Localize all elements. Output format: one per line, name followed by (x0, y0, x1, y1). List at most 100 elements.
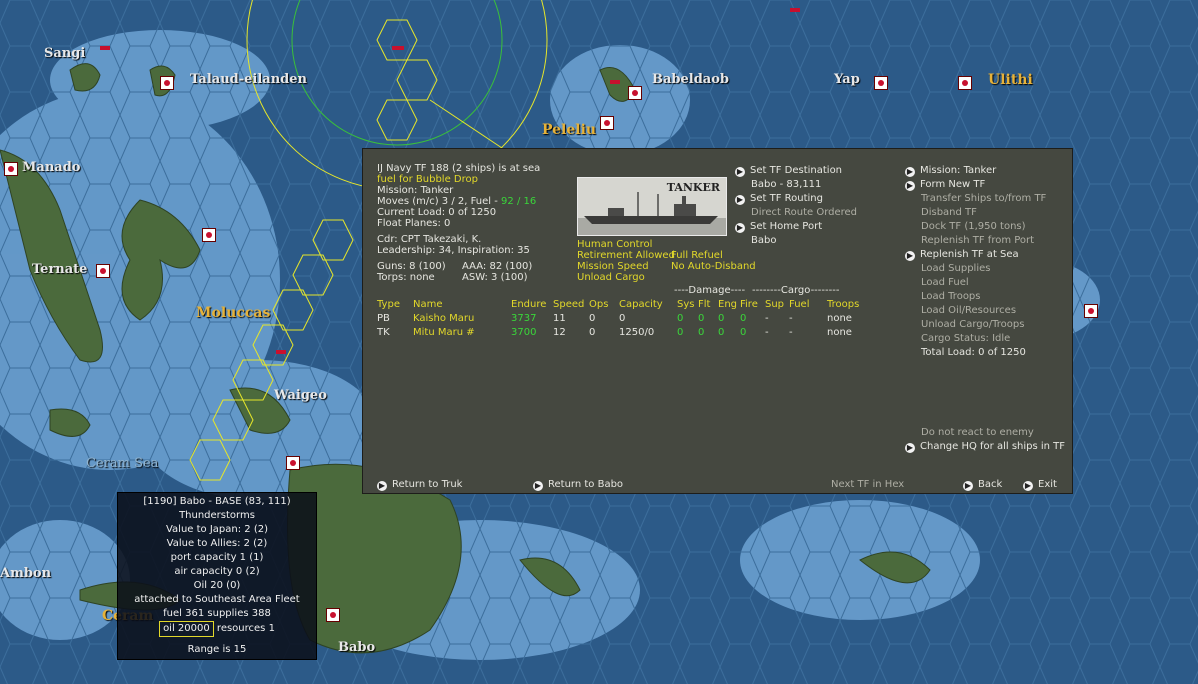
cell-speed: 12 (553, 326, 566, 338)
return-to-babo-button[interactable]: ▶ Return to Babo (533, 479, 623, 491)
retirement-toggle[interactable]: Retirement Allowed (577, 250, 675, 261)
change-hq-button[interactable]: ▶ Change HQ for all ships in TF (905, 441, 1065, 453)
base-marker-icon[interactable] (160, 76, 174, 90)
load-oil-button[interactable]: Load Oil/Resources (921, 305, 1016, 316)
transfer-ships-button[interactable]: Transfer Ships to/from TF (921, 193, 1046, 204)
set-home-port-button[interactable]: ▶ Set Home Port (735, 221, 822, 233)
cell-troops: none (827, 326, 852, 338)
load-troops-button[interactable]: Load Troops (921, 291, 981, 302)
cell-eng: 0 (718, 312, 725, 324)
base-marker-icon[interactable] (1084, 304, 1098, 318)
back-button[interactable]: ▶ Back (963, 479, 1002, 491)
arrow-right-icon: ▶ (735, 223, 745, 233)
unload-cargo-toggle[interactable]: Unload Cargo (577, 272, 645, 283)
arrow-right-icon: ▶ (1023, 481, 1033, 491)
cell-sup: - (765, 326, 769, 338)
set-destination-button[interactable]: ▶ Set TF Destination (735, 165, 842, 177)
task-force-dialog: IJ Navy TF 188 (2 ships) is at sea fuel … (362, 148, 1073, 494)
replenish-port-button[interactable]: Replenish TF from Port (921, 235, 1034, 246)
cell-fire: 0 (740, 326, 747, 338)
base-marker-icon[interactable] (874, 76, 888, 90)
map-label-ambon: Ambon (0, 566, 52, 581)
ship-name-link[interactable]: Mitu Maru # (413, 325, 511, 339)
col-header-speed: Speed (553, 298, 585, 310)
col-header-flt: Flt (698, 298, 711, 310)
ship-table: Type Name Endure Speed Ops Capacity Sys … (377, 297, 877, 339)
cell-speed: 11 (553, 312, 566, 324)
tf-torps: Torps: none (377, 272, 435, 283)
cell-fire: 0 (740, 312, 747, 324)
cell-fuel: - (789, 326, 793, 338)
base-marker-icon[interactable] (286, 456, 300, 470)
col-header-type: Type (377, 298, 400, 310)
base-marker-icon[interactable] (628, 86, 642, 100)
table-row[interactable]: PB Kaisho Maru 3737 11 0 0 0 0 0 0 - - n… (377, 311, 877, 325)
return-to-truk-button[interactable]: ▶ Return to Truk (377, 479, 462, 491)
form-new-tf-button[interactable]: ▶ Form New TF (905, 179, 985, 191)
ship-class-photo: TANKER (577, 177, 727, 236)
refuel-toggle[interactable]: Full Refuel (671, 250, 723, 261)
tf-asw: ASW: 3 (100) (462, 272, 528, 283)
cell-endure: 3737 (511, 312, 537, 324)
exit-button[interactable]: ▶ Exit (1023, 479, 1057, 491)
arrow-right-icon: ▶ (905, 251, 915, 261)
col-header-eng: Eng (718, 298, 738, 310)
replenish-sea-button[interactable]: ▶ Replenish TF at Sea (905, 249, 1019, 261)
cargo-group-header: --------Cargo-------- (752, 285, 840, 296)
base-marker-icon[interactable] (96, 264, 110, 278)
map-label-manado: Manado (22, 160, 81, 175)
base-marker-icon[interactable] (326, 608, 340, 622)
ship-name-link[interactable]: Kaisho Maru (413, 311, 511, 325)
next-tf-button[interactable]: Next TF in Hex (831, 479, 904, 490)
mission-speed-toggle[interactable]: Mission Speed (577, 261, 649, 272)
map-label-waigeo: Waigeo (274, 388, 327, 403)
col-header-fuel: Fuel (789, 298, 810, 310)
cell-type: PB (377, 312, 390, 324)
auto-disband-toggle[interactable]: No Auto-Disband (671, 261, 756, 272)
map-label-talaud: Talaud-eilanden (190, 72, 307, 87)
map-label-ternate: Ternate (32, 262, 88, 277)
base-value-japan: Value to Japan: 2 (2) (165, 524, 268, 535)
base-range: Range is 15 (187, 644, 247, 655)
cell-ops: 0 (589, 326, 596, 338)
cell-sys: 0 (677, 312, 684, 324)
unload-cargo-button[interactable]: Unload Cargo/Troops (921, 319, 1024, 330)
damage-group-header: ----Damage---- (674, 285, 746, 296)
tf-subheader: fuel for Bubble Drop (377, 174, 478, 185)
base-marker-icon[interactable] (202, 228, 216, 242)
arrow-right-icon: ▶ (905, 443, 915, 453)
react-to-enemy-toggle[interactable]: Do not react to enemy (921, 427, 1034, 438)
base-air-capacity: air capacity 0 (2) (174, 566, 260, 577)
col-header-ops: Ops (589, 298, 609, 310)
map-label-ceram-sea: Ceram Sea (86, 456, 159, 471)
cell-eng: 0 (718, 326, 725, 338)
mission-menu-button[interactable]: ▶ Mission: Tanker (905, 165, 996, 177)
base-weather: Thunderstorms (179, 510, 255, 521)
base-attached: attached to Southeast Area Fleet (134, 594, 300, 605)
cell-capacity: 0 (619, 312, 626, 324)
human-control-toggle[interactable]: Human Control (577, 239, 652, 250)
dock-tf-button[interactable]: Dock TF (1,950 tons) (921, 221, 1026, 232)
tf-commander[interactable]: Cdr: CPT Takezaki, K. (377, 234, 481, 245)
cell-endure: 3700 (511, 326, 537, 338)
load-fuel-button[interactable]: Load Fuel (921, 277, 969, 288)
col-header-troops: Troops (827, 298, 860, 310)
col-header-sup: Sup (765, 298, 785, 310)
cell-capacity: 1250/0 (619, 326, 655, 338)
arrow-right-icon: ▶ (533, 481, 543, 491)
base-marker-icon[interactable] (958, 76, 972, 90)
base-marker-icon[interactable] (4, 162, 18, 176)
base-marker-icon[interactable] (600, 116, 614, 130)
set-routing-button[interactable]: ▶ Set TF Routing (735, 193, 823, 205)
cell-sys: 0 (677, 326, 684, 338)
total-load: Total Load: 0 of 1250 (921, 347, 1026, 358)
load-supplies-button[interactable]: Load Supplies (921, 263, 990, 274)
tf-mission: Mission: Tanker (377, 185, 454, 196)
tf-moves: Moves (m/c) 3 / 2, Fuel - 92 / 16 (377, 196, 536, 207)
tf-header: IJ Navy TF 188 (2 ships) is at sea (377, 163, 541, 174)
cell-ops: 0 (589, 312, 596, 324)
ship-class-label: TANKER (666, 181, 720, 194)
base-title: [1190] Babo - BASE (83, 111) (143, 496, 291, 507)
table-row[interactable]: TK Mitu Maru # 3700 12 0 1250/0 0 0 0 0 … (377, 325, 877, 339)
disband-tf-button[interactable]: Disband TF (921, 207, 977, 218)
